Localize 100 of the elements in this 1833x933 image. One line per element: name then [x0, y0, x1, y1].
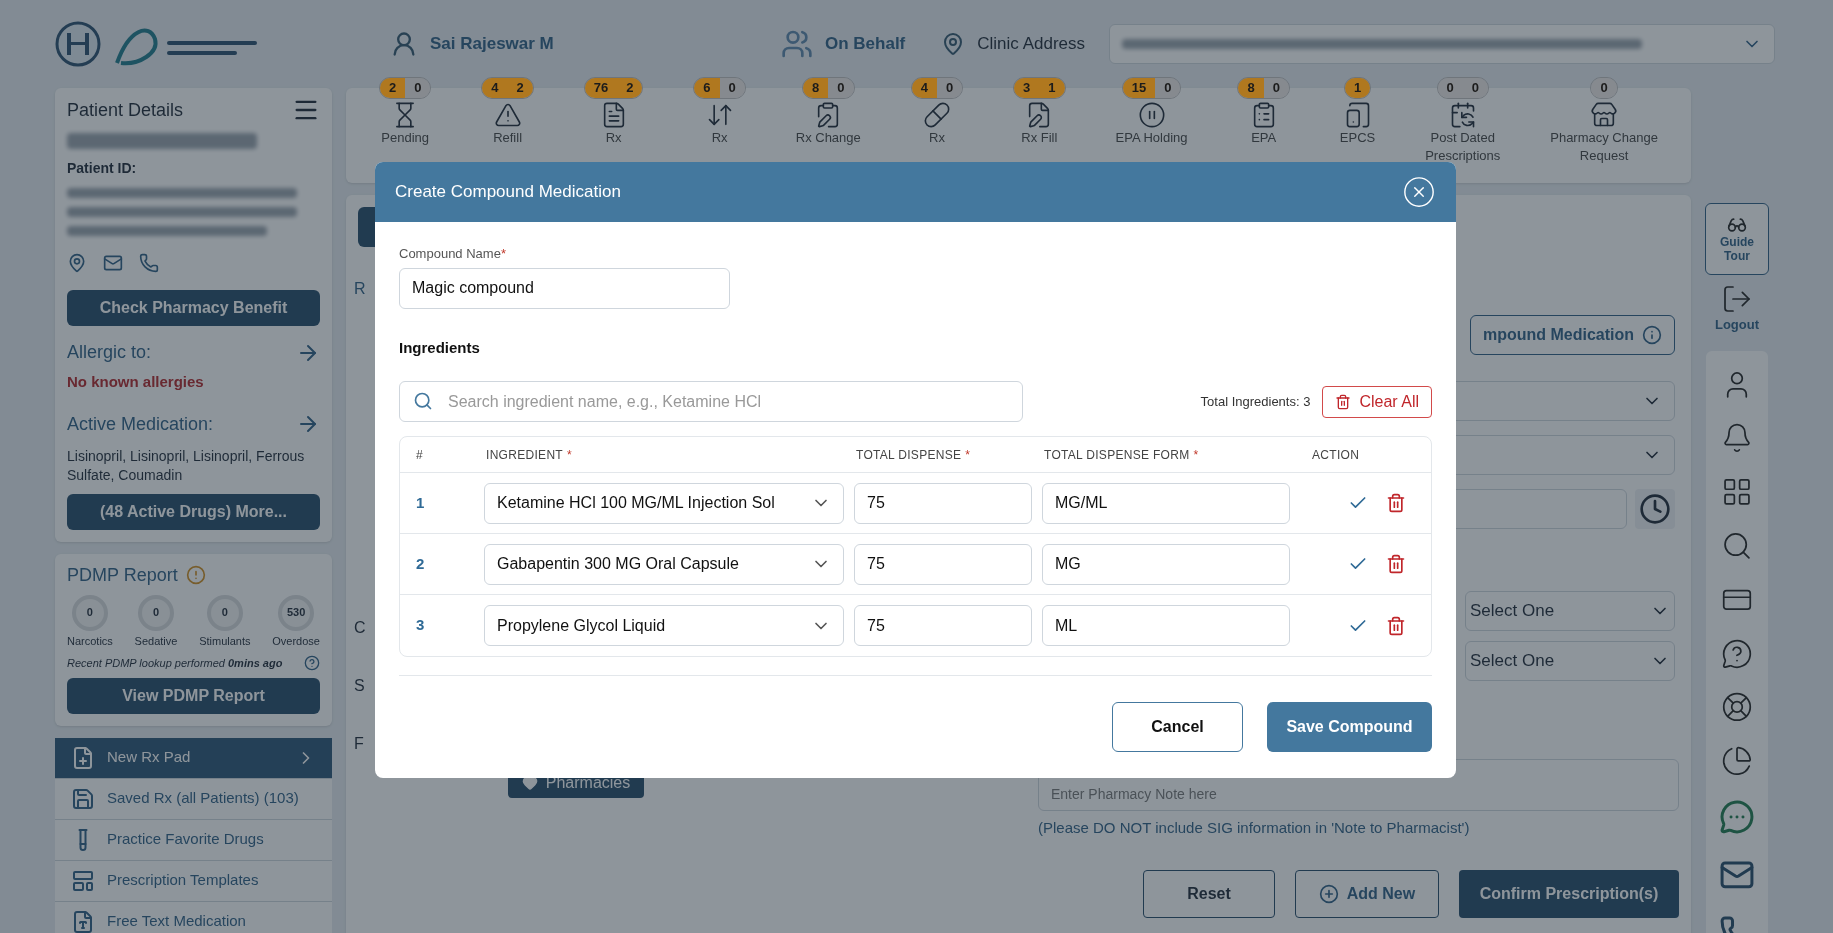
- counter-label: Narcotics: [67, 633, 113, 649]
- ingredient-search-field[interactable]: Search ingredient name, e.g., Ketamine HCl: [399, 381, 1023, 422]
- column-header: INGREDIENT: [486, 446, 563, 464]
- badge-count: 0: [1155, 78, 1181, 98]
- view-pdmp-report-button[interactable]: View PDMP Report: [67, 677, 320, 714]
- user-name: Sai Rajeswar M: [430, 33, 554, 56]
- badge-count: 0: [1462, 78, 1488, 98]
- more-drugs-button[interactable]: (48 Active Drugs) More...: [67, 493, 320, 530]
- badge-count: 0: [1591, 78, 1617, 98]
- toolbar-label: Rx Fill: [1021, 129, 1058, 147]
- badge-count: 76: [584, 78, 618, 98]
- patient-details-title: Patient Details: [67, 98, 184, 122]
- badge-count: 15: [1122, 78, 1156, 98]
- toolbar-label: EPA Holding: [1115, 129, 1188, 147]
- allergies-text: No known allergies: [67, 372, 205, 392]
- toolbar-label: Prescriptions: [1425, 147, 1501, 165]
- pdmp-report-title: PDMP Report: [67, 563, 178, 587]
- clinic-address-label: Clinic Address: [977, 33, 1085, 56]
- clear-all-button[interactable]: Clear All: [1322, 385, 1432, 418]
- ingredient-select[interactable]: Propylene Glycol Liquid: [484, 605, 844, 646]
- badge-count: 0: [1437, 78, 1463, 98]
- logout-button[interactable]: Logout: [1714, 283, 1759, 335]
- confirm-prescriptions-button[interactable]: Confirm Prescription(s): [1459, 869, 1679, 918]
- select-dropdown[interactable]: Select One: [1465, 591, 1675, 631]
- dispense-form-field[interactable]: ML: [1042, 605, 1290, 646]
- badge-count: 1: [1344, 78, 1371, 98]
- badge-count: 2: [507, 78, 533, 98]
- on-behalf-link[interactable]: On Behalf: [825, 31, 906, 57]
- sidebar-item-label: Saved Rx (all Patients) (103): [107, 788, 299, 809]
- select-dropdown[interactable]: Select One: [1465, 641, 1675, 681]
- save-compound-button[interactable]: Save Compound: [1267, 702, 1432, 752]
- toolbar-label: Rx Change: [795, 129, 861, 147]
- badge-count: 0: [1263, 78, 1289, 98]
- tab-label[interactable]: R: [354, 277, 366, 301]
- sidebar-item-label: Prescription Templates: [107, 870, 259, 891]
- row-number: 1: [415, 492, 426, 513]
- ingredient-select[interactable]: Gabapentin 300 MG Oral Capsule: [484, 543, 844, 585]
- ingredients-title: Ingredients: [399, 337, 481, 358]
- sidebar-item[interactable]: Prescription Templates: [55, 860, 332, 902]
- sidebar-item[interactable]: Free Text Medication: [55, 901, 332, 933]
- toolbar-label: EPA: [1251, 129, 1277, 147]
- dispense-field[interactable]: 75: [854, 605, 1032, 646]
- column-header: TOTAL DISPENSE FORM: [1044, 446, 1190, 464]
- allergic-to-label: Allergic to:: [67, 341, 152, 364]
- sidebar-item[interactable]: Saved Rx (all Patients) (103): [55, 778, 332, 820]
- badge-count: 1: [1039, 78, 1065, 98]
- dialog-title: Create Compound Medication: [395, 181, 621, 204]
- badge-count: 0: [719, 78, 745, 98]
- dispense-form-field[interactable]: MG: [1042, 543, 1290, 585]
- badge-count: 8: [803, 78, 829, 98]
- dispense-form-field[interactable]: MG/ML: [1042, 482, 1290, 524]
- required-mark: *: [965, 446, 971, 464]
- compound-name-field[interactable]: Magic compound: [399, 267, 730, 309]
- note-hint: (Please DO NOT include SIG information in 'Note to Pharmacist'): [1038, 818, 1471, 838]
- compound-name-label: Compound Name*: [399, 245, 507, 263]
- toolbar-label: Rx: [711, 129, 728, 147]
- sidebar-item[interactable]: Practice Favorite Drugs: [55, 819, 332, 861]
- sidebar-item-label: Practice Favorite Drugs: [107, 829, 264, 850]
- compound-medication-button[interactable]: mpound Medication: [1470, 315, 1675, 355]
- badge-count: 4: [482, 78, 508, 98]
- badge-count: 0: [828, 78, 854, 98]
- total-ingredients: Total Ingredients: 3: [1200, 392, 1311, 411]
- toolbar-label: Refill: [493, 129, 523, 147]
- row-number: 3: [415, 615, 426, 636]
- ingredient-select[interactable]: Ketamine HCl 100 MG/ML Injection Sol: [484, 482, 844, 524]
- reset-button[interactable]: Reset: [1143, 869, 1275, 918]
- sidebar-item[interactable]: New Rx Pad: [55, 737, 332, 779]
- patient-id-label: Patient ID:: [67, 159, 138, 178]
- counter-label: Overdose: [272, 633, 320, 649]
- required-mark: *: [1193, 446, 1199, 464]
- badge-count: 3: [1014, 78, 1040, 98]
- toolbar-label: EPCS: [1339, 129, 1376, 147]
- cancel-button[interactable]: Cancel: [1112, 702, 1243, 752]
- toolbar-label: Rx: [605, 129, 622, 147]
- dispense-field[interactable]: 75: [854, 482, 1032, 524]
- required-mark: *: [567, 446, 572, 464]
- active-medication-label: Active Medication:: [67, 412, 214, 436]
- badge-count: 0: [405, 78, 431, 98]
- column-header: #: [416, 446, 423, 464]
- dispense-field[interactable]: 75: [854, 543, 1032, 585]
- toolbar-label: Rx: [929, 129, 945, 147]
- guide-tour-button[interactable]: Guide Tour: [1705, 203, 1769, 275]
- badge-count: 6: [694, 78, 720, 98]
- field-label: S: [354, 676, 365, 696]
- sidebar-item-label: Free Text Medication: [107, 911, 246, 932]
- toolbar-label: Post Dated: [1430, 129, 1495, 147]
- counter-label: Sedative: [134, 633, 178, 649]
- lookup-text: Recent PDMP lookup performed 0mins ago: [67, 656, 283, 671]
- badge-count: 8: [1238, 78, 1264, 98]
- column-header: ACTION: [1312, 446, 1360, 464]
- badge-count: 4: [911, 78, 937, 98]
- medications-text: Lisinopril, Lisinopril, Lisinopril, Ferrous Sulfate, Coumadin: [67, 446, 306, 485]
- add-new-button[interactable]: Add New: [1295, 869, 1439, 918]
- column-header: TOTAL DISPENSE: [856, 446, 962, 464]
- toolbar-label: Pending: [381, 129, 430, 147]
- toolbar-label: Request: [1579, 147, 1629, 165]
- check-pharmacy-benefit-button[interactable]: Check Pharmacy Benefit: [67, 290, 320, 326]
- badge-count: 0: [936, 78, 963, 98]
- field-label: C: [354, 618, 366, 638]
- field-label: F: [354, 734, 364, 754]
